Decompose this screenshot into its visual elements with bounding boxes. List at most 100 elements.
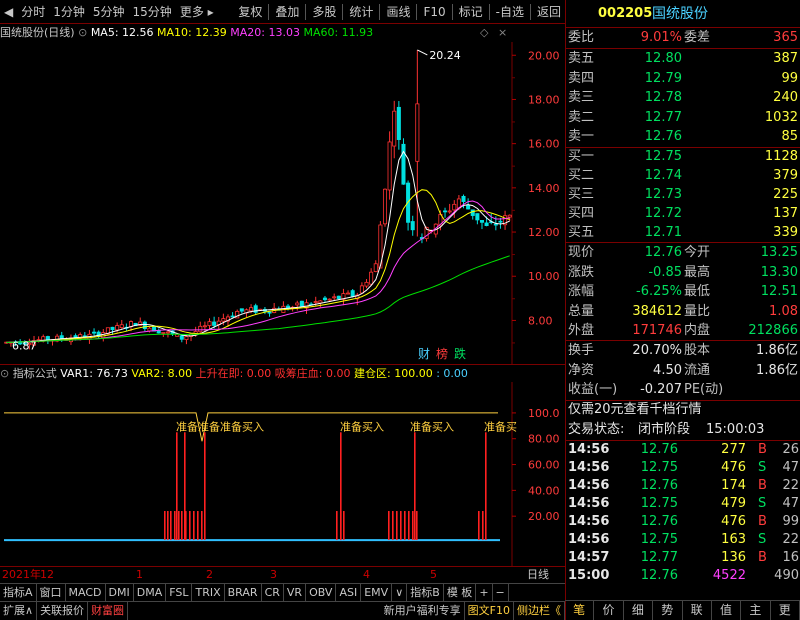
toolbar-btn-draw[interactable]: 画线 xyxy=(382,0,414,24)
tab-indicator-a[interactable]: 指标A xyxy=(0,584,37,601)
ask-row[interactable]: 卖一 12.76 85 xyxy=(566,127,800,147)
tab-f10[interactable]: 图文F10 xyxy=(465,602,514,620)
candle-body xyxy=(318,300,323,304)
toolbar-btn-fuquan[interactable]: 复权 xyxy=(234,0,266,24)
toolbar-menu-icon[interactable]: ◀ xyxy=(0,0,17,24)
quote-tab[interactable]: 值 xyxy=(712,601,742,620)
tab-remove-icon[interactable]: − xyxy=(493,584,509,601)
candle-body xyxy=(179,335,184,340)
ask-row[interactable]: 卖二 12.77 1032 xyxy=(566,108,800,128)
tick-count: 16 xyxy=(782,550,799,565)
indicator-tick-label: 40.00 xyxy=(528,484,560,497)
stock-code: 002205 xyxy=(598,6,653,21)
tab-obv[interactable]: OBV xyxy=(306,584,337,601)
candle-body xyxy=(221,318,226,322)
y-tick-label: 14.00 xyxy=(528,182,560,195)
legend-close-icon[interactable]: × xyxy=(498,24,507,42)
bid-row[interactable]: 买一 12.75 1128 xyxy=(566,147,800,167)
signal-bar xyxy=(412,511,414,541)
tab-fsl[interactable]: FSL xyxy=(166,584,193,601)
indicator-toggle-icon[interactable]: ⊙ xyxy=(0,367,9,380)
tab-macd[interactable]: MACD xyxy=(66,584,106,601)
tick-price: 12.76 xyxy=(640,442,678,457)
indicator-chart[interactable]: 100.0 80.00 60.00 40.00 20.00 准备准备准备买入 准备买入 准备买… xyxy=(0,382,565,566)
tab-more-icon[interactable]: ∨ xyxy=(392,584,408,601)
tab-brar[interactable]: BRAR xyxy=(225,584,262,601)
bid-row[interactable]: 买三 12.73 225 xyxy=(566,185,800,205)
tick-volume: 136 xyxy=(721,550,746,565)
legend-toggle-icon[interactable]: ⊙ xyxy=(78,26,87,39)
tab-new-user-promo[interactable]: 新用户福利专享 xyxy=(381,602,465,620)
indicator-name[interactable]: 指标公式 xyxy=(13,367,57,380)
toolbar-btn-mark[interactable]: 标记 xyxy=(455,0,487,24)
quote-tab[interactable]: 更 xyxy=(771,601,800,620)
tab-asi[interactable]: ASI xyxy=(336,584,362,601)
bid-row[interactable]: 买四 12.72 137 xyxy=(566,204,800,224)
tab-related-quotes[interactable]: 关联报价 xyxy=(37,602,89,620)
ask-row[interactable]: 卖三 12.78 240 xyxy=(566,88,800,108)
tab-window[interactable]: 窗口 xyxy=(37,584,66,601)
toolbar-btn-back[interactable]: 返回 xyxy=(533,0,565,24)
quote-tab[interactable]: 联 xyxy=(683,601,712,620)
candle-body xyxy=(184,336,189,340)
tab-emv[interactable]: EMV xyxy=(361,584,393,601)
promo-row[interactable]: 仅需20元查看千档行情 xyxy=(566,400,800,420)
tab-sidebar[interactable]: 侧边栏《 xyxy=(514,602,565,620)
quote-tab[interactable]: 细 xyxy=(624,601,654,620)
date-unit[interactable]: 日线 xyxy=(527,567,549,583)
toolbar-btn-1min[interactable]: 1分钟 xyxy=(49,0,89,24)
tick-price: 12.76 xyxy=(640,514,678,529)
toolbar-btn-overlay[interactable]: 叠加 xyxy=(271,0,303,24)
tab-add-icon[interactable]: + xyxy=(476,584,493,601)
date-month-12: 12 xyxy=(40,568,54,581)
ask-row[interactable]: 卖四 12.79 99 xyxy=(566,69,800,89)
tick-volume: 163 xyxy=(721,532,746,547)
tick-row: 14:56 12.76 476 B 99 xyxy=(566,513,800,531)
candle-body xyxy=(443,210,448,213)
bid-row[interactable]: 买五 12.71 339 xyxy=(566,223,800,243)
kline-chart[interactable]: 20.00 18.00 16.00 14.00 12.00 10.00 8.00 20.24 6… xyxy=(0,42,565,364)
toolbar-btn-stats[interactable]: 统计 xyxy=(345,0,377,24)
quote-tab[interactable]: 笔 xyxy=(565,601,595,620)
signal-label: 准备准备准备买入 xyxy=(176,419,264,433)
indicator-tick-label: 60.00 xyxy=(528,459,560,472)
tab-cr[interactable]: CR xyxy=(262,584,284,601)
bid-row[interactable]: 买二 12.74 379 xyxy=(566,166,800,186)
legend-diamond-icon[interactable]: ◇ xyxy=(480,24,488,42)
tab-indicator-b[interactable]: 指标B xyxy=(407,584,444,601)
y-tick-label: 20.00 xyxy=(528,49,560,62)
candle-body xyxy=(161,332,166,334)
tab-dma[interactable]: DMA xyxy=(134,584,167,601)
promo-text[interactable]: 仅需20元查看千档行情 xyxy=(568,400,702,420)
quote-tab[interactable]: 价 xyxy=(594,601,624,620)
toolbar-btn-15min[interactable]: 15分钟 xyxy=(129,0,176,24)
toolbar-btn-more[interactable]: 更多 ▸ xyxy=(176,0,218,24)
stat-value: 384612 xyxy=(632,303,682,319)
toolbar-btn-multi[interactable]: 多股 xyxy=(308,0,340,24)
indicator-tick-label: 20.00 xyxy=(528,510,560,523)
bid-price: 12.72 xyxy=(644,206,682,221)
legend-ma20: MA20: 13.03 xyxy=(230,26,300,39)
tab-wealth-circle[interactable]: 财富圈 xyxy=(88,602,129,620)
quote-header: 002205 国统股份 xyxy=(566,4,800,26)
ask-price: 12.79 xyxy=(644,70,682,86)
status-row: 交易状态: 闭市阶段 15:00:03 xyxy=(566,420,800,440)
quote-tab[interactable]: 主 xyxy=(741,601,771,620)
tab-template[interactable]: 模 板 xyxy=(444,584,477,601)
ask-row[interactable]: 卖五 12.80 387 xyxy=(566,49,800,69)
candle-body xyxy=(142,321,147,330)
date-month-5: 5 xyxy=(430,568,437,581)
signal-label: 准备买 xyxy=(484,419,517,433)
tab-dmi[interactable]: DMI xyxy=(106,584,134,601)
tab-vr[interactable]: VR xyxy=(284,584,307,601)
stat-label: 涨幅 xyxy=(568,284,595,299)
toolbar-btn-f10[interactable]: F10 xyxy=(419,0,449,24)
toolbar-btn-5min[interactable]: 5分钟 xyxy=(89,0,129,24)
toolbar-btn-remove-watch[interactable]: -自选 xyxy=(492,0,528,24)
toolbar-btn-fenshi[interactable]: 分时 xyxy=(17,0,49,24)
tab-expand[interactable]: 扩展∧ xyxy=(0,602,38,620)
candle-body xyxy=(336,295,341,299)
quote-tab[interactable]: 势 xyxy=(653,601,683,620)
ma10-line xyxy=(6,189,510,343)
tab-trix[interactable]: TRIX xyxy=(192,584,225,601)
